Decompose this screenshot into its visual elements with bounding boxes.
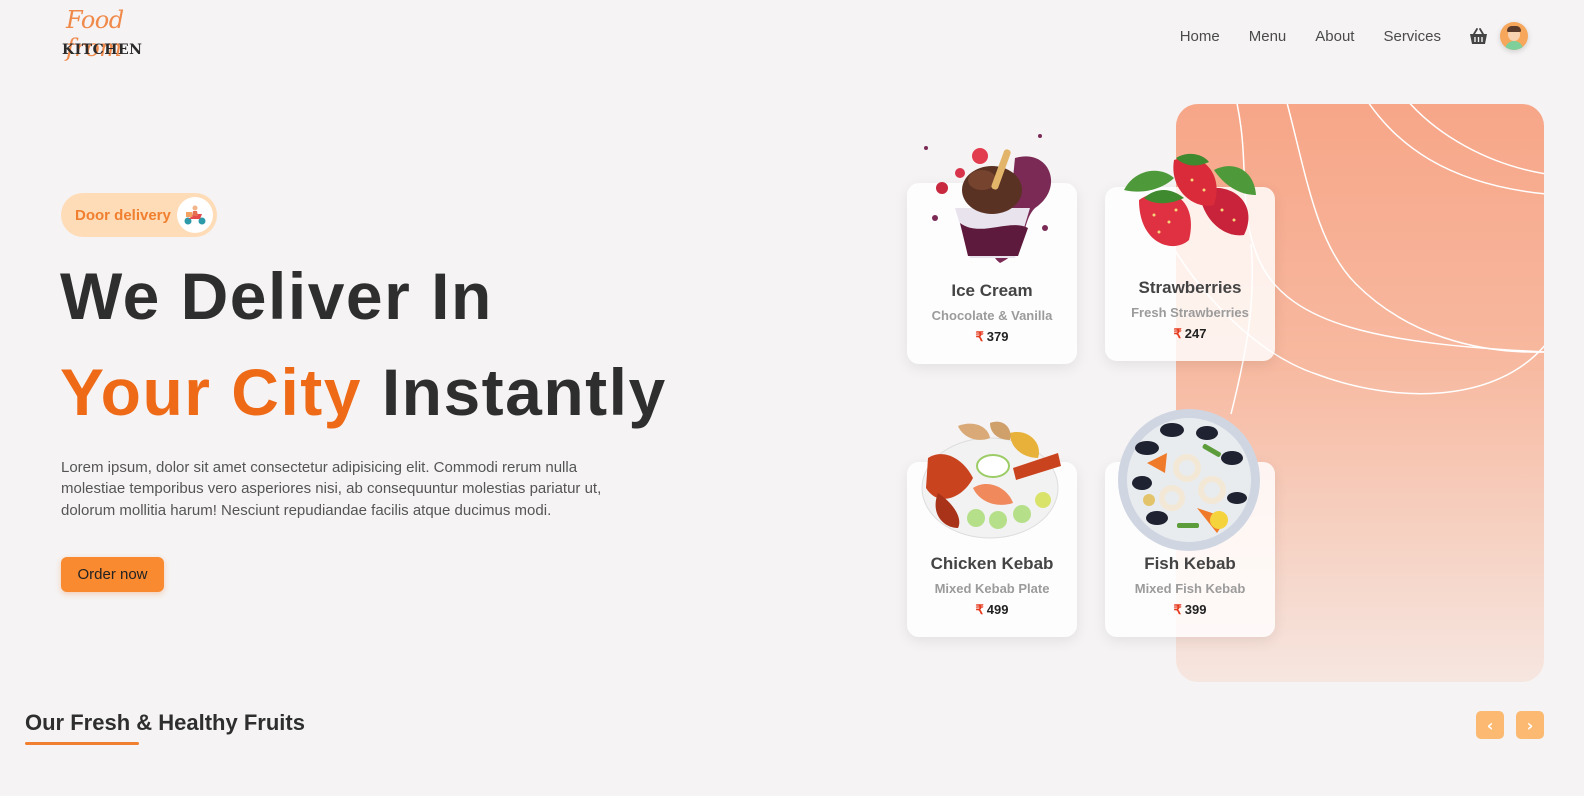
delivery-scooter-icon (177, 197, 213, 233)
door-delivery-badge: Door delivery (61, 193, 217, 237)
card-subtitle: Fresh Strawberries (1131, 305, 1249, 320)
nav-menu[interactable]: Menu (1249, 28, 1287, 45)
card-price: ₹247 (1105, 326, 1275, 342)
order-now-button[interactable]: Order now (61, 557, 164, 592)
card-price: ₹499 (907, 602, 1077, 618)
hero-title-line2: Your City Instantly (60, 354, 667, 430)
brand-logo[interactable]: Food from KITCHEN (60, 6, 160, 62)
price-value: 247 (1184, 326, 1207, 341)
rupee-icon: ₹ (1173, 326, 1182, 341)
brand-line2: KITCHEN (62, 42, 143, 58)
card-name: Strawberries (1138, 278, 1242, 297)
card-subtitle: Mixed Kebab Plate (934, 581, 1050, 596)
card-price: ₹379 (907, 329, 1077, 345)
card-subtitle: Chocolate & Vanilla (931, 308, 1053, 323)
card-name: Chicken Kebab (930, 554, 1054, 573)
rupee-icon: ₹ (975, 329, 984, 344)
user-avatar[interactable] (1500, 22, 1528, 50)
hero-description: Lorem ipsum, dolor sit amet consectetur … (61, 459, 602, 519)
price-value: 399 (1184, 602, 1207, 617)
card-name: Ice Cream (951, 281, 1033, 300)
card-subtitle: Mixed Fish Kebab (1134, 581, 1246, 596)
card-price: ₹399 (1105, 602, 1275, 618)
nav-services[interactable]: Services (1383, 28, 1441, 45)
card-name: Fish Kebab (1144, 554, 1236, 573)
hero-title-rest: Instantly (381, 355, 667, 429)
top-nav: Home Menu About Services (1151, 22, 1528, 50)
rupee-icon: ₹ (975, 602, 984, 617)
nav-home[interactable]: Home (1180, 28, 1220, 45)
section-title-underline (25, 742, 139, 745)
fish-kebab-image (1118, 409, 1260, 551)
section-title: Our Fresh & Healthy Fruits (25, 710, 305, 735)
prev-arrow-button[interactable]: ‹ (1476, 711, 1504, 739)
badge-label: Door delivery (75, 206, 171, 224)
strawberries-image (1124, 153, 1256, 247)
price-value: 379 (986, 329, 1009, 344)
hero-title-line1: We Deliver In (60, 259, 493, 333)
next-arrow-button[interactable]: › (1516, 711, 1544, 739)
nav-about[interactable]: About (1315, 28, 1354, 45)
hero-title-highlight: Your City (60, 355, 362, 429)
ice-cream-image (924, 134, 1052, 263)
price-value: 499 (986, 602, 1009, 617)
rupee-icon: ₹ (1173, 602, 1182, 617)
basket-icon[interactable] (1468, 26, 1488, 46)
chicken-kebab-image (921, 421, 1061, 539)
